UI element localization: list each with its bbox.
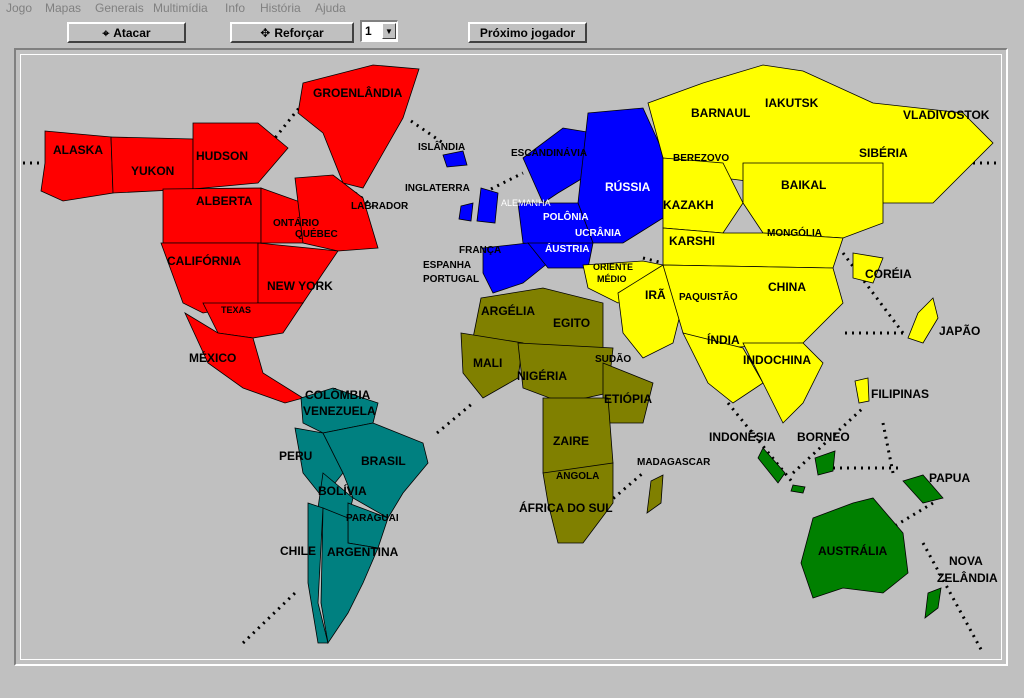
label-islandia[interactable]: ISLÂNDIA [418,141,465,154]
menu-generais[interactable]: Generais [95,1,144,15]
label-argelia[interactable]: ARGÉLIA [481,305,535,318]
attack-label: Atacar [113,25,151,40]
reinforce-label: Reforçar [274,25,324,40]
label-russia[interactable]: RÚSSIA [605,181,650,194]
label-angola[interactable]: ANGOLA [556,470,599,483]
chevron-down-icon[interactable]: ▼ [382,23,396,39]
territory-alaska [40,130,114,202]
territory-filipinas [854,377,870,404]
label-papua[interactable]: PAPUA [929,472,970,485]
label-baikal[interactable]: BAIKAL [781,179,826,192]
label-yukon[interactable]: YUKON [131,165,174,178]
label-texas[interactable]: TEXAS [221,304,251,317]
label-vladivostok[interactable]: VLADIVOSTOK [903,109,989,122]
label-inglaterra[interactable]: INGLATERRA [405,182,470,195]
label-chile[interactable]: CHILE [280,545,316,558]
label-california[interactable]: CALIFÓRNIA [167,255,241,268]
menu-info[interactable]: Info [225,1,245,15]
territory-nova-zelandia [924,587,942,619]
label-groenlandia[interactable]: GROENLÂNDIA [313,87,402,100]
territory-borneo [814,450,836,476]
world-map: ALASKA YUKON HUDSON GROENLÂNDIA ALBERTA … [14,48,1008,666]
label-nigeria[interactable]: NIGÉRIA [517,370,567,383]
label-paraguai[interactable]: PARAGUAI [346,512,399,525]
label-quebec[interactable]: QUÉBEC [295,228,338,241]
menu-historia[interactable]: História [260,1,301,15]
menu-mapas[interactable]: Mapas [45,1,81,15]
territory-groenlandia [297,64,420,189]
territory-japao [907,297,939,344]
territory-indonesia-east [790,484,806,494]
label-paquistao[interactable]: PAQUISTÃO [679,291,738,304]
map-canvas [23,64,1001,654]
label-zaire[interactable]: ZAIRE [553,435,589,448]
territory-indonesia [757,447,786,484]
label-indonesia[interactable]: INDONÉSIA [709,431,776,444]
label-bolivia[interactable]: BOLÍVIA [318,485,367,498]
menu-jogo[interactable]: Jogo [6,1,32,15]
territory-madagascar [646,474,664,514]
label-barnaul[interactable]: BARNAUL [691,107,750,120]
label-nova-zelandia-1[interactable]: NOVA [949,555,983,568]
label-madagascar[interactable]: MADAGASCAR [637,456,710,469]
label-china[interactable]: CHINA [768,281,806,294]
crosshair-icon: ⌖ [102,25,110,40]
next-player-label: Próximo jogador [479,25,576,40]
label-portugal[interactable]: PORTUGAL [423,273,479,286]
label-alaska[interactable]: ALASKA [53,144,103,157]
label-etiopia[interactable]: ETIÓPIA [604,393,652,406]
label-alberta[interactable]: ALBERTA [196,195,252,208]
label-siberia[interactable]: SIBÉRIA [859,147,908,160]
label-hudson[interactable]: HUDSON [196,150,248,163]
label-franca[interactable]: FRANÇA [459,244,501,257]
label-polonia[interactable]: POLÔNIA [543,211,589,224]
attack-button[interactable]: ⌖ Atacar [67,22,186,43]
label-borneo[interactable]: BORNEO [797,431,850,444]
label-japao[interactable]: JAPÃO [939,325,980,338]
label-nova-zelandia-2[interactable]: ZELÂNDIA [937,572,998,585]
reinforce-button[interactable]: ✥ Reforçar [230,22,354,43]
label-colombia[interactable]: COLÔMBIA [305,389,370,402]
label-venezuela[interactable]: VENEZUELA [303,405,376,418]
label-sudao[interactable]: SUDÃO [595,353,631,366]
menu-bar: Jogo Mapas Generais Multimídia Info Hist… [0,0,1024,18]
label-espanha[interactable]: ESPANHA [423,259,471,272]
label-ira[interactable]: IRÃ [645,289,666,302]
label-egito[interactable]: EGITO [553,317,590,330]
label-indochina[interactable]: INDOCHINA [743,354,811,367]
label-alemanha[interactable]: ALEMANHA [501,197,551,210]
label-africa-do-sul[interactable]: ÁFRICA DO SUL [519,502,613,515]
army-count-value: 1 [365,24,372,38]
label-peru[interactable]: PERU [279,450,312,463]
label-kazakh[interactable]: KAZAKH [663,199,714,212]
label-austria[interactable]: ÁUSTRIA [545,243,589,256]
label-australia[interactable]: AUSTRÁLIA [818,545,887,558]
move-arrows-icon: ✥ [260,25,271,40]
territory-new-york [257,242,339,304]
label-escandinavia[interactable]: ESCANDINÁVIA [511,147,587,160]
menu-ajuda[interactable]: Ajuda [315,1,346,15]
label-brasil[interactable]: BRASIL [361,455,406,468]
label-ucrania[interactable]: UCRÂNIA [575,227,621,240]
label-argentina[interactable]: ARGENTINA [327,546,398,559]
map-border: ALASKA YUKON HUDSON GROENLÂNDIA ALBERTA … [20,54,1002,660]
label-mongolia[interactable]: MONGÓLIA [767,227,822,240]
label-karshi[interactable]: KARSHI [669,235,715,248]
label-berezovo[interactable]: BEREZOVO [673,152,729,165]
label-coreia[interactable]: CORÉIA [865,268,912,281]
toolbar: ⌖ Atacar ✥ Reforçar Próximo jogador [0,18,1024,46]
menu-multimidia[interactable]: Multimídia [153,1,208,15]
territory-inglaterra [476,187,499,224]
label-mali[interactable]: MALI [473,357,502,370]
label-oriente-medio-2[interactable]: MÉDIO [597,273,627,286]
next-player-button[interactable]: Próximo jogador [468,22,587,43]
label-new-york[interactable]: NEW YORK [267,280,333,293]
label-india[interactable]: ÍNDIA [707,334,740,347]
label-mexico[interactable]: MÉXICO [189,352,236,365]
territory-west-islands [458,202,474,222]
army-count-select[interactable]: 1 ▼ [360,20,398,42]
label-labrador[interactable]: LABRADOR [351,200,408,213]
label-filipinas[interactable]: FILIPINAS [871,388,929,401]
label-iakutsk[interactable]: IAKUTSK [765,97,818,110]
